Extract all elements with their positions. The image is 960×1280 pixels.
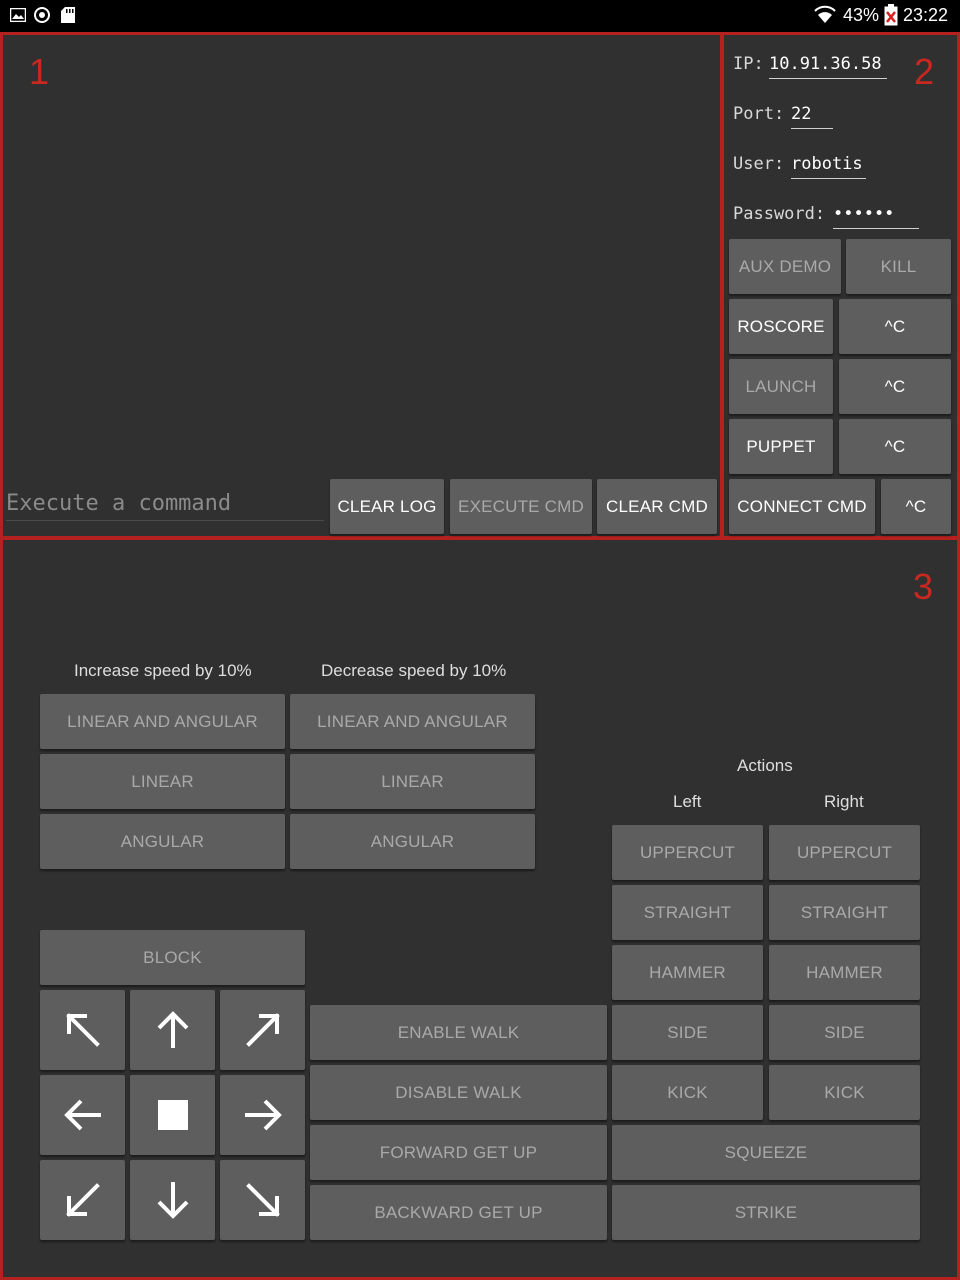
sync-icon [33,6,51,29]
left-side-button[interactable]: SIDE [612,1005,763,1060]
connect-cmd-button[interactable]: CONNECT CMD [729,479,875,534]
kill-button[interactable]: KILL [846,239,951,294]
aux-demo-button[interactable]: AUX DEMO [729,239,841,294]
port-field[interactable]: 22 [791,104,833,129]
panel-number-3: 3 [913,566,934,607]
increase-angular-button[interactable]: ANGULAR [40,814,285,869]
move-up-left-button[interactable] [40,990,125,1070]
block-button[interactable]: BLOCK [40,930,305,985]
arrow-up-icon [153,1010,193,1050]
decrease-angular-button[interactable]: ANGULAR [290,814,535,869]
decrease-linear-angular-button[interactable]: LINEAR AND ANGULAR [290,694,535,749]
password-field[interactable]: •••••• [833,204,919,229]
user-label: User: [733,154,785,174]
right-side-button[interactable]: SIDE [769,1005,920,1060]
arrow-right-icon [243,1095,283,1135]
clock: 23:22 [903,5,949,25]
move-right-button[interactable] [220,1075,305,1155]
panel-number-2: 2 [914,51,935,92]
password-label: Password: [733,204,826,224]
squeeze-button[interactable]: SQUEEZE [612,1125,920,1180]
forward-get-up-button[interactable]: FORWARD GET UP [310,1125,607,1180]
decrease-linear-button[interactable]: LINEAR [290,754,535,809]
arrow-left-icon [63,1095,103,1135]
backward-get-up-button[interactable]: BACKWARD GET UP [310,1185,607,1240]
stop-icon [157,1100,188,1130]
command-input[interactable] [6,487,324,521]
ip-label: IP: [733,54,764,74]
arrow-up-right-icon [243,1010,283,1050]
control-panel: 3 Increase speed by 10% Decrease speed b… [0,537,960,1280]
right-uppercut-button[interactable]: UPPERCUT [769,825,920,880]
right-label: Right [824,792,864,811]
left-label: Left [673,792,702,811]
log-panel: 1 CLEAR LOG EXECUTE CMD CLEAR CMD [0,32,723,539]
clear-cmd-button[interactable]: CLEAR CMD [597,479,717,534]
strike-button[interactable]: STRIKE [612,1185,920,1240]
increase-linear-button[interactable]: LINEAR [40,754,285,809]
connection-panel: 2 IP: 10.91.36.58 Port: 22 User: robotis… [721,32,960,539]
roscore-button[interactable]: ROSCORE [729,299,833,354]
image-icon [9,7,27,27]
actions-label: Actions [737,756,793,775]
clear-log-button[interactable]: CLEAR LOG [330,479,444,534]
disable-walk-button[interactable]: DISABLE WALK [310,1065,607,1120]
connect-ctrl-c-button[interactable]: ^C [881,479,951,534]
enable-walk-button[interactable]: ENABLE WALK [310,1005,607,1060]
launch-ctrl-c-button[interactable]: ^C [839,359,951,414]
launch-button[interactable]: LAUNCH [729,359,833,414]
port-label: Port: [733,104,785,124]
ip-field[interactable]: 10.91.36.58 [769,54,887,79]
arrow-down-right-icon [243,1180,283,1220]
move-down-left-button[interactable] [40,1160,125,1240]
execute-cmd-button[interactable]: EXECUTE CMD [450,479,592,534]
move-down-button[interactable] [130,1160,215,1240]
battery-percent: 43% [843,5,880,25]
right-kick-button[interactable]: KICK [769,1065,920,1120]
right-straight-button[interactable]: STRAIGHT [769,885,920,940]
panel-number-1: 1 [29,51,50,92]
puppet-ctrl-c-button[interactable]: ^C [839,419,951,474]
left-uppercut-button[interactable]: UPPERCUT [612,825,763,880]
arrow-down-left-icon [63,1180,103,1220]
sd-card-icon [61,7,75,28]
move-down-right-button[interactable] [220,1160,305,1240]
left-kick-button[interactable]: KICK [612,1065,763,1120]
puppet-button[interactable]: PUPPET [729,419,833,474]
arrow-up-left-icon [63,1010,103,1050]
right-hammer-button[interactable]: HAMMER [769,945,920,1000]
move-left-button[interactable] [40,1075,125,1155]
wifi-icon [814,5,836,30]
battery-icon [884,4,898,31]
move-up-button[interactable] [130,990,215,1070]
user-field[interactable]: robotis [791,154,866,179]
roscore-ctrl-c-button[interactable]: ^C [839,299,951,354]
left-hammer-button[interactable]: HAMMER [612,945,763,1000]
left-straight-button[interactable]: STRAIGHT [612,885,763,940]
decrease-speed-label: Decrease speed by 10% [321,661,507,680]
stop-button[interactable] [130,1075,215,1155]
move-up-right-button[interactable] [220,990,305,1070]
increase-linear-angular-button[interactable]: LINEAR AND ANGULAR [40,694,285,749]
status-bar: 43% 23:22 [0,0,960,32]
increase-speed-label: Increase speed by 10% [74,661,252,680]
arrow-down-icon [153,1180,193,1220]
